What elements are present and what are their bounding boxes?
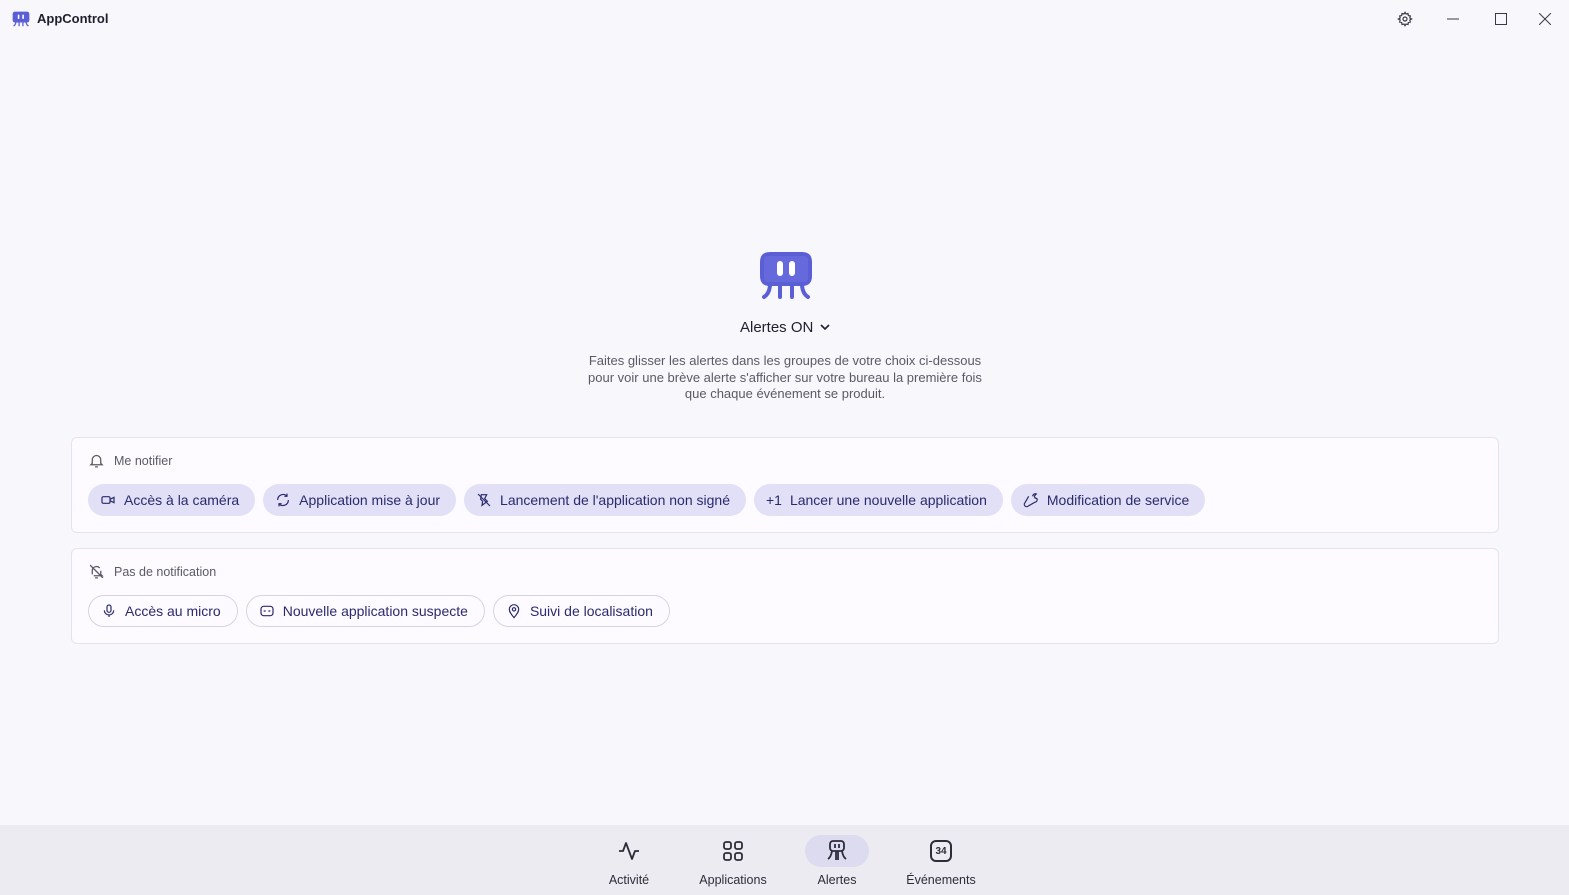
alerts-description: Faites glisser les alertes dans les grou… [588,353,982,401]
minimize-icon [1447,18,1459,20]
chip-label: Lancement de l'application non signé [500,492,730,508]
nav-label: Applications [699,873,767,887]
nav-icon-container [805,835,869,867]
chip-label: Nouvelle application suspecte [282,603,468,619]
notify-chips: Accès à la caméra Application mise à jou… [88,484,1206,516]
activity-icon [619,842,639,860]
maximize-icon [1495,13,1507,25]
silent-chips: Accès au micro Nouvelle application susp… [88,595,670,627]
chip-microphone-access[interactable]: Accès au micro [88,595,238,627]
bell-off-icon [89,564,104,579]
chip-app-updated[interactable]: Application mise à jour [263,484,457,516]
app-title: AppControl [37,11,109,26]
silent-group-header: Pas de notification [88,563,216,580]
silent-group[interactable]: Pas de notification Accès au micro Nouve… [71,548,1499,644]
location-pin-icon [508,604,520,619]
notify-group-title: Me notifier [114,453,173,468]
silent-group-title: Pas de notification [114,564,217,579]
nav-label: Activité [608,873,650,887]
alerts-icon [827,840,847,860]
nav-item-alerts[interactable]: Alertes [792,835,882,891]
settings-button[interactable] [1381,0,1429,38]
nav-item-events[interactable]: 34 Événements [896,835,986,891]
mask-icon [260,605,274,617]
notify-group[interactable]: Me notifier Accès à la caméra Applicatio… [71,437,1499,533]
chip-prefix: +1 [765,492,782,508]
nav-item-applications[interactable]: Applications [688,835,778,891]
minimize-button[interactable] [1429,0,1477,38]
bell-icon [89,454,104,468]
alerts-status-dropdown[interactable]: Alertes ON [740,316,831,338]
alerts-status-label: Alertes ON [740,318,814,336]
unsigned-icon [477,493,491,507]
close-icon [1539,13,1551,25]
camera-icon [101,496,115,504]
chip-new-app-launch[interactable]: +1 Lancer une nouvelle application [753,484,1003,516]
chip-location-tracking[interactable]: Suivi de localisation [492,595,670,627]
nav-label: Événements [906,873,976,887]
nav-icon-container [701,835,765,867]
chip-label: Lancer une nouvelle application [789,492,987,508]
nav-icon-container: 34 [909,835,973,867]
chip-label: Accès au micro [125,603,221,619]
notify-group-header: Me notifier [88,452,172,469]
chip-label: Modification de service [1046,492,1190,508]
chip-camera-access[interactable]: Accès à la caméra [88,484,256,516]
nav-label: Alertes [817,873,857,887]
app-mascot-icon [760,252,812,299]
chip-suspicious-app[interactable]: Nouvelle application suspecte [245,595,485,627]
app-logo-icon [12,11,30,27]
wrench-icon [1023,493,1038,508]
chip-label: Suivi de localisation [529,603,653,619]
events-count: 34 [935,845,947,857]
chip-unsigned-launch[interactable]: Lancement de l'application non signé [464,484,746,516]
grid-icon [723,841,743,861]
nav-item-activity[interactable]: Activité [584,835,674,891]
maximize-button[interactable] [1477,0,1525,38]
refresh-icon [277,493,290,507]
close-button[interactable] [1521,0,1569,38]
chip-service-change[interactable]: Modification de service [1010,484,1206,516]
chip-label: Application mise à jour [299,492,441,508]
nav-icon-container [597,835,661,867]
bottom-navigation: Activité Applications Alertes 34 Événeme… [0,825,1569,895]
microphone-icon [103,604,115,617]
gear-icon [1397,11,1413,27]
events-badge-icon: 34 [930,840,952,862]
title-bar: AppControl [0,0,1569,38]
chevron-down-icon [820,324,830,331]
chip-label: Accès à la caméra [124,492,240,508]
